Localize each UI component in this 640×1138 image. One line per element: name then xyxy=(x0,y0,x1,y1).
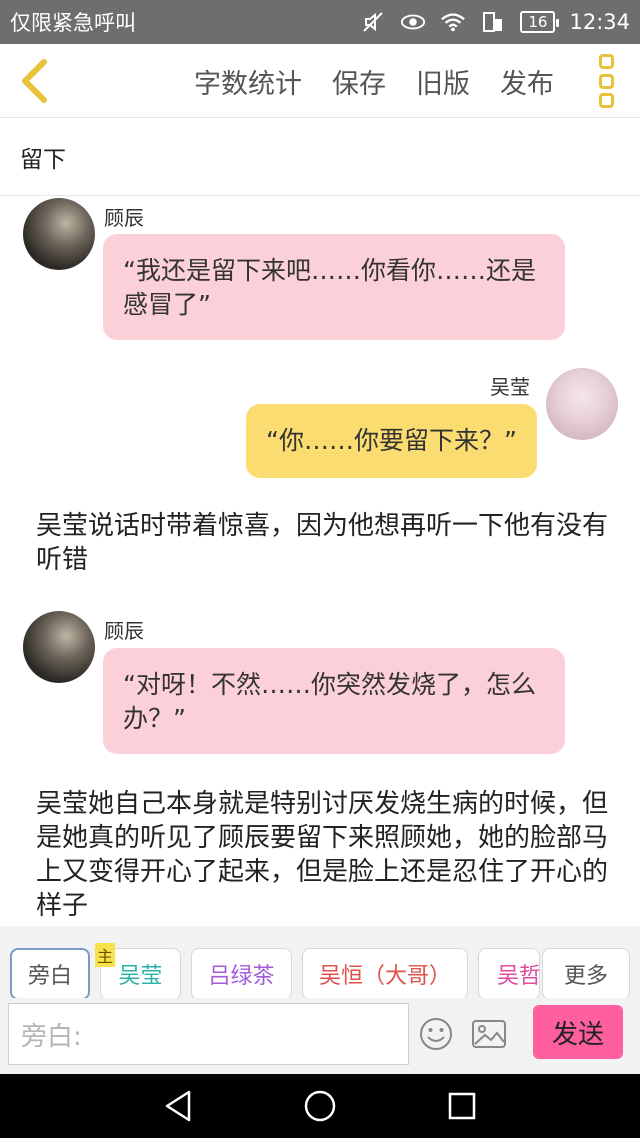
publish-button[interactable]: 发布 xyxy=(500,62,554,101)
role-chip-narrator[interactable]: 旁白 xyxy=(10,948,90,1000)
more-vertical-icon[interactable] xyxy=(594,54,618,108)
system-nav-bar xyxy=(0,1074,640,1138)
emoji-icon[interactable] xyxy=(416,1014,456,1054)
role-label: 吴恒（大哥） xyxy=(318,964,451,989)
avatar-wu-ying[interactable] xyxy=(546,368,618,440)
carrier-text: 仅限紧急呼叫 xyxy=(10,11,136,35)
narration-text[interactable]: 吴莹说话时带着惊喜，因为他想再听一下他有没有听错 xyxy=(36,509,616,577)
nav-recents-icon[interactable] xyxy=(442,1088,482,1124)
eye-icon xyxy=(400,9,426,35)
more-roles-label: 更多 xyxy=(563,964,608,989)
message-bubble[interactable]: “我还是留下来吧……你看你……还是感冒了” xyxy=(103,234,565,340)
message-input[interactable]: 旁白: xyxy=(8,1003,409,1065)
role-selector-bar: 旁白 主 吴莹 吕绿茶 吴恒（大哥） 吴哲 更多 xyxy=(0,926,640,1000)
narration-text[interactable]: 吴莹她自己本身就是特别讨厌发烧生病的时候，但是她真的听见了顾辰要留下来照顾她，她… xyxy=(36,787,616,923)
main-role-badge: 主 xyxy=(95,943,116,967)
avatar-gu-chen[interactable] xyxy=(23,198,95,270)
editor-toolbar: 字数统计 保存 旧版 发布 xyxy=(0,44,640,118)
old-version-button[interactable]: 旧版 xyxy=(416,62,470,101)
status-bar: 仅限紧急呼叫 16 12:34 xyxy=(0,0,640,44)
wifi-icon xyxy=(440,9,466,35)
nav-home-icon[interactable] xyxy=(300,1088,340,1124)
save-button[interactable]: 保存 xyxy=(332,62,386,101)
compose-bar: 旁白: 发送 xyxy=(0,998,640,1074)
sender-name: 吴莹 xyxy=(490,375,530,399)
sender-name: 顾辰 xyxy=(104,619,144,643)
role-chip-lv-lv-cha[interactable]: 吕绿茶 xyxy=(191,948,292,1000)
chapter-title[interactable]: 留下 xyxy=(0,118,640,196)
sim-icon xyxy=(480,9,506,35)
role-label: 旁白 xyxy=(27,964,72,989)
send-button[interactable]: 发送 xyxy=(533,1005,623,1059)
battery-icon: 16 xyxy=(520,11,560,33)
chat-area[interactable]: 顾辰 “我还是留下来吧……你看你……还是感冒了” 吴莹 “你……你要留下来？” … xyxy=(0,196,640,926)
more-roles-button[interactable]: 更多 xyxy=(542,948,630,1000)
image-icon[interactable] xyxy=(469,1014,509,1054)
back-button[interactable] xyxy=(14,56,54,106)
role-label: 吕绿茶 xyxy=(208,964,275,989)
role-label: 吴莹 xyxy=(118,964,163,989)
avatar-gu-chen[interactable] xyxy=(23,611,95,683)
message-bubble[interactable]: “你……你要留下来？” xyxy=(246,404,537,478)
word-count-button[interactable]: 字数统计 xyxy=(194,62,302,101)
role-chip-wu-heng[interactable]: 吴恒（大哥） xyxy=(302,948,468,1000)
role-chip-wu-zhe[interactable]: 吴哲 xyxy=(478,948,540,1000)
chevron-left-icon xyxy=(22,59,47,103)
clock-time: 12:34 xyxy=(569,10,630,34)
role-label: 吴哲 xyxy=(497,964,540,989)
mute-icon xyxy=(360,9,386,35)
role-chip-wu-ying[interactable]: 主 吴莹 xyxy=(95,943,181,1000)
sender-name: 顾辰 xyxy=(104,206,144,230)
nav-back-icon[interactable] xyxy=(158,1088,198,1124)
message-bubble[interactable]: “对呀！不然……你突然发烧了，怎么办？” xyxy=(103,648,565,754)
